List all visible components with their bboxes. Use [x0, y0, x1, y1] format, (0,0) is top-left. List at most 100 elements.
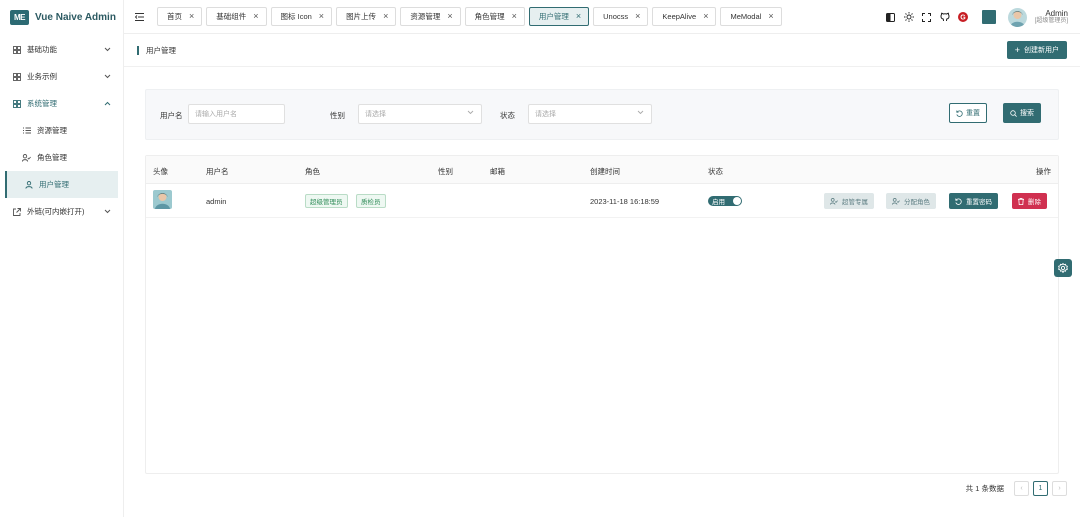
tab-roles[interactable]: 角色管理 ×	[464, 7, 525, 26]
logo-icon: ME	[10, 9, 29, 25]
trash-icon	[1018, 197, 1024, 205]
tab-resources[interactable]: 资源管理 ×	[400, 7, 461, 26]
gender-label: 性别	[330, 111, 345, 120]
tab-icon[interactable]: 图标 Icon ×	[270, 7, 333, 26]
col-username: 用户名	[206, 167, 229, 176]
status-placeholder: 请选择	[535, 111, 556, 118]
close-icon[interactable]: ×	[703, 12, 708, 21]
sidebar-item-resources[interactable]: 资源管理	[0, 117, 123, 144]
grid-icon	[12, 72, 21, 81]
prev-page-button[interactable]: ‹	[1014, 481, 1029, 496]
fullscreen-icon[interactable]	[922, 12, 932, 22]
chevron-down-icon	[103, 207, 111, 215]
page-header: 用户管理 + 创建新用户	[124, 34, 1080, 66]
svg-text:G: G	[960, 14, 966, 21]
col-status: 状态	[708, 167, 723, 176]
plus-icon: +	[1014, 45, 1020, 55]
sidebar-item-system[interactable]: 系统管理	[0, 90, 123, 117]
filter-bar: 用户名 请输入用户名 性别 请选择 状态 请选择 重置 搜索	[145, 89, 1059, 140]
grid-icon	[12, 99, 21, 108]
col-actions: 操作	[1036, 167, 1051, 176]
theme-color-swatch[interactable]	[981, 10, 996, 24]
sun-icon[interactable]	[903, 12, 914, 22]
username-input[interactable]: 请输入用户名	[188, 104, 285, 124]
user-check-icon	[830, 197, 838, 205]
tab-unocss[interactable]: Unocss ×	[593, 7, 649, 26]
reset-button[interactable]: 重置	[949, 103, 987, 123]
sidebar-item-roles[interactable]: 角色管理	[0, 144, 123, 171]
super-admin-label: 超管专属	[842, 199, 868, 206]
user-name: Admin	[1045, 8, 1068, 18]
github-icon[interactable]	[940, 12, 950, 22]
tab-users[interactable]: 用户管理 ×	[528, 7, 590, 26]
delete-label: 删除	[1028, 199, 1041, 206]
status-label: 状态	[500, 111, 515, 120]
sidebar-item-external[interactable]: 外链(可内嵌打开)	[0, 198, 123, 225]
refresh-icon	[955, 197, 962, 205]
close-icon[interactable]: ×	[635, 12, 640, 21]
tab-memodal[interactable]: MeModal ×	[720, 7, 782, 26]
sidebar-item-business[interactable]: 业务示例	[0, 63, 123, 90]
sidebar: ME Vue Naive Admin 基础功能 业务示例 系统管理 资源管理 角…	[0, 0, 124, 517]
book-icon[interactable]	[886, 12, 896, 22]
reset-password-button[interactable]: 重置密码	[949, 193, 998, 209]
close-icon[interactable]: ×	[576, 12, 581, 21]
tab-home[interactable]: 首页 ×	[157, 7, 203, 26]
close-icon[interactable]: ×	[189, 12, 194, 21]
user-info[interactable]: Admin [超级管理员]	[1035, 9, 1068, 25]
close-icon[interactable]: ×	[319, 12, 324, 21]
sidebar-item-users[interactable]: 用户管理	[5, 171, 118, 198]
sidebar-item-basic[interactable]: 基础功能	[0, 36, 123, 63]
app-title: Vue Naive Admin	[35, 11, 116, 23]
close-icon[interactable]: ×	[768, 12, 773, 21]
main-content: 用户名 请输入用户名 性别 请选择 状态 请选择 重置 搜索 头像 用户名 角色…	[124, 66, 1080, 517]
close-icon[interactable]: ×	[253, 12, 258, 21]
chevron-down-icon	[637, 110, 644, 117]
chevron-down-icon	[103, 72, 111, 80]
menu-collapse-icon[interactable]	[135, 12, 144, 21]
sidebar-item-label: 基础功能	[27, 45, 57, 54]
settings-gear-icon[interactable]	[1054, 259, 1072, 277]
super-admin-button[interactable]: 超管专属	[824, 193, 874, 209]
status-switch[interactable]: 启用	[708, 196, 742, 206]
gender-select[interactable]: 请选择	[358, 104, 482, 124]
create-user-button[interactable]: + 创建新用户	[1006, 41, 1067, 59]
avatar[interactable]	[1007, 7, 1027, 27]
user-table: 头像 用户名 角色 性别 邮箱 创建时间 状态 操作 admin 超级管理员 质…	[145, 155, 1059, 474]
list-icon	[22, 126, 31, 135]
tab-keepalive[interactable]: KeepAlive ×	[652, 7, 717, 26]
cell-created-at: 2023-11-18 16:18:59	[590, 197, 660, 206]
delete-button[interactable]: 删除	[1012, 193, 1047, 209]
close-icon[interactable]: ×	[512, 12, 517, 21]
role-tag: 超级管理员	[305, 194, 348, 208]
chevron-down-icon	[467, 110, 474, 117]
header-actions: G Admin [超级管理员]	[886, 0, 1080, 34]
role-tag: 质检员	[356, 194, 386, 208]
refresh-icon	[956, 109, 963, 117]
col-gender: 性别	[438, 167, 453, 176]
search-button[interactable]: 搜索	[1003, 103, 1041, 123]
close-icon[interactable]: ×	[383, 12, 388, 21]
pagination: 共 1 条数据 ‹ 1 ›	[966, 481, 1067, 496]
sidebar-item-label: 业务示例	[27, 72, 57, 81]
page-number-button[interactable]: 1	[1033, 481, 1048, 496]
status-select[interactable]: 请选择	[528, 104, 652, 124]
col-email: 邮箱	[490, 167, 505, 176]
create-user-label: 创建新用户	[1024, 47, 1059, 54]
tab-basic-components[interactable]: 基础组件 ×	[206, 7, 267, 26]
reset-label: 重置	[966, 110, 980, 117]
logo[interactable]: ME Vue Naive Admin	[0, 0, 123, 34]
tab-image-upload[interactable]: 图片上传 ×	[336, 7, 397, 26]
tab-label: 角色管理	[474, 12, 505, 21]
user-role: [超级管理员]	[1034, 18, 1068, 25]
sidebar-item-label: 用户管理	[39, 180, 69, 189]
close-icon[interactable]: ×	[447, 12, 452, 21]
tab-label: Unocss	[603, 12, 629, 21]
assign-role-button[interactable]: 分配角色	[886, 193, 936, 209]
tab-label: 首页	[167, 12, 182, 21]
gitee-icon[interactable]: G	[957, 12, 968, 22]
tab-bar: 首页 × 基础组件 × 图标 Icon × 图片上传 × 资源管理 × 角色管理 × 用户管…	[157, 7, 782, 26]
next-page-button[interactable]: ›	[1052, 481, 1067, 496]
tab-label: KeepAlive	[662, 12, 697, 21]
table-row: admin 超级管理员 质检员 2023-11-18 16:18:59 启用 超…	[146, 184, 1058, 218]
